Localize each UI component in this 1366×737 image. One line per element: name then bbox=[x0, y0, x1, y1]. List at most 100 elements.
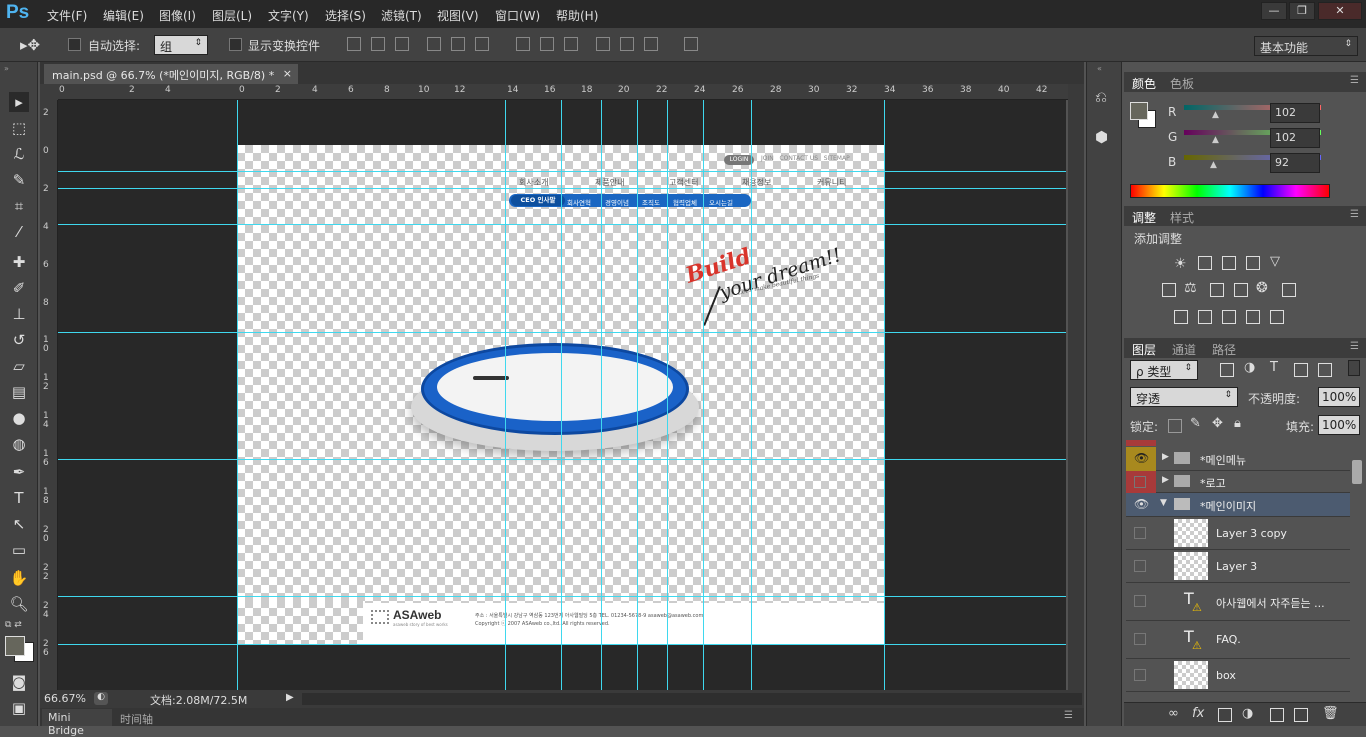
collapse-icon[interactable]: « bbox=[1097, 64, 1102, 73]
panel-menu-icon[interactable]: ☰ bbox=[1064, 710, 1073, 721]
zoom-tool-icon[interactable]: 🔍︎ bbox=[9, 594, 29, 614]
lock-transparency-icon[interactable] bbox=[1168, 419, 1182, 433]
add-mask-icon[interactable] bbox=[1218, 708, 1232, 722]
visibility-toggle[interactable] bbox=[1134, 476, 1146, 488]
delete-layer-icon[interactable]: 🗑︎ bbox=[1322, 706, 1339, 721]
menu-filter[interactable]: 滤镜(T) bbox=[381, 7, 422, 24]
layer-name[interactable]: *메인메뉴 bbox=[1200, 452, 1246, 468]
marquee-tool-icon[interactable]: ⬚ bbox=[9, 118, 29, 138]
distribute-hcenter-icon[interactable] bbox=[620, 37, 634, 51]
new-adjustment-icon[interactable]: ◑ bbox=[1242, 706, 1253, 721]
status-menu-arrow-icon[interactable]: ▶ bbox=[286, 692, 294, 703]
align-hcenter-icon[interactable] bbox=[451, 37, 465, 51]
eye-icon[interactable]: 👁︎ bbox=[1134, 451, 1149, 465]
tab-color[interactable]: 颜色 bbox=[1132, 75, 1156, 92]
color-lookup-icon[interactable] bbox=[1282, 283, 1296, 297]
slider-thumb-icon[interactable]: ▲ bbox=[1210, 160, 1217, 170]
stamp-tool-icon[interactable]: ⊥ bbox=[9, 304, 29, 324]
quick-mask-icon[interactable]: ◙ bbox=[9, 672, 29, 692]
lasso-tool-icon[interactable]: ℒ bbox=[9, 144, 29, 164]
filter-shape-icon[interactable] bbox=[1294, 363, 1308, 377]
black-white-icon[interactable] bbox=[1210, 283, 1224, 297]
quick-select-tool-icon[interactable]: ✎ bbox=[9, 170, 29, 190]
threshold-icon[interactable] bbox=[1222, 310, 1236, 324]
tab-paths[interactable]: 路径 bbox=[1212, 341, 1236, 358]
document-tab[interactable]: main.psd @ 66.7% (*메인이미지, RGB/8) * × bbox=[44, 64, 298, 84]
dodge-tool-icon[interactable]: ◍ bbox=[9, 434, 29, 454]
tab-swatches[interactable]: 色板 bbox=[1170, 75, 1194, 92]
blend-mode-dropdown[interactable]: 穿透 ⇕ bbox=[1130, 387, 1238, 407]
chevron-right-icon[interactable]: ▶ bbox=[1162, 452, 1169, 462]
visibility-toggle[interactable] bbox=[1134, 595, 1146, 607]
lock-position-icon[interactable]: ✥ bbox=[1212, 416, 1223, 431]
layer-name[interactable]: Layer 3 bbox=[1216, 560, 1257, 573]
canvas-vertical-scrollbar[interactable] bbox=[1068, 84, 1084, 690]
color-spectrum-bar[interactable] bbox=[1130, 184, 1330, 198]
path-select-tool-icon[interactable]: ↖ bbox=[9, 514, 29, 534]
history-brush-icon[interactable]: ↺ bbox=[9, 330, 29, 350]
layer-row-group-selected[interactable]: 👁︎ ▼ *메인이미지 bbox=[1126, 493, 1350, 517]
panel-menu-icon[interactable]: ☰ bbox=[1350, 341, 1359, 352]
close-window-button[interactable]: ✕ bbox=[1318, 2, 1362, 20]
align-right-icon[interactable] bbox=[475, 37, 489, 51]
eraser-tool-icon[interactable]: ▱ bbox=[9, 356, 29, 376]
hue-saturation-icon[interactable] bbox=[1162, 283, 1176, 297]
layer-row-text[interactable]: T ⚠ FAQ. bbox=[1126, 621, 1350, 659]
workspace-dropdown[interactable]: 基本功能 ⇕ bbox=[1254, 36, 1358, 56]
layer-name[interactable]: Layer 3 copy bbox=[1216, 527, 1287, 540]
menu-layer[interactable]: 图层(L) bbox=[212, 7, 252, 24]
blur-tool-icon[interactable]: ● bbox=[9, 408, 29, 428]
brush-tool-icon[interactable]: ✐ bbox=[9, 278, 29, 298]
layer-style-icon[interactable]: fx bbox=[1192, 706, 1204, 721]
guide-horizontal[interactable] bbox=[58, 596, 1066, 597]
foreground-color-swatch[interactable] bbox=[5, 636, 25, 656]
red-value-input[interactable]: 102 bbox=[1270, 103, 1320, 123]
lock-pixels-icon[interactable]: ✎ bbox=[1190, 416, 1201, 431]
menu-edit[interactable]: 编辑(E) bbox=[103, 7, 144, 24]
panel-menu-icon[interactable]: ☰ bbox=[1350, 75, 1359, 86]
tab-styles[interactable]: 样式 bbox=[1170, 209, 1194, 226]
opacity-input[interactable]: 100% bbox=[1318, 387, 1360, 407]
guide-horizontal[interactable] bbox=[58, 188, 1066, 189]
eye-icon[interactable]: 👁︎ bbox=[1134, 497, 1149, 511]
layer-row-group[interactable]: ▶ *로고 bbox=[1126, 471, 1350, 493]
gradient-tool-icon[interactable]: ▤ bbox=[9, 382, 29, 402]
layer-row[interactable]: Layer 3 copy bbox=[1126, 517, 1350, 550]
move-tool-icon[interactable]: ▸ bbox=[9, 92, 29, 112]
layer-row-group[interactable]: 👁︎ ▶ *메인메뉴 bbox=[1126, 447, 1350, 471]
horizontal-ruler[interactable]: 0 2 4 0 2 4 6 8 10 12 14 16 18 20 22 24 … bbox=[58, 84, 1068, 100]
slider-thumb-icon[interactable]: ▲ bbox=[1212, 135, 1219, 145]
layer-row[interactable]: box bbox=[1126, 659, 1350, 692]
visibility-toggle[interactable] bbox=[1134, 560, 1146, 572]
layer-name[interactable]: FAQ. bbox=[1216, 633, 1241, 646]
photo-filter-icon[interactable] bbox=[1234, 283, 1248, 297]
new-group-icon[interactable] bbox=[1270, 708, 1284, 722]
chevron-down-icon[interactable]: ▼ bbox=[1160, 498, 1167, 508]
chevron-right-icon[interactable]: ▶ bbox=[1162, 475, 1169, 485]
guide-horizontal[interactable] bbox=[58, 459, 1066, 460]
fill-input[interactable]: 100% bbox=[1318, 415, 1360, 435]
align-bottom-icon[interactable] bbox=[395, 37, 409, 51]
posterize-icon[interactable] bbox=[1198, 310, 1212, 324]
type-tool-icon[interactable]: T bbox=[9, 488, 29, 508]
menu-file[interactable]: 文件(F) bbox=[47, 7, 87, 24]
layer-row[interactable]: Layer 3 bbox=[1126, 550, 1350, 583]
filter-adjustment-icon[interactable]: ◑ bbox=[1244, 360, 1255, 375]
crop-tool-icon[interactable]: ⌗ bbox=[9, 196, 29, 216]
menu-help[interactable]: 帮助(H) bbox=[556, 7, 598, 24]
align-vcenter-icon[interactable] bbox=[371, 37, 385, 51]
layer-name[interactable]: *로고 bbox=[1200, 475, 1226, 491]
shape-tool-icon[interactable]: ▭ bbox=[9, 540, 29, 560]
layers-scrollbar-thumb[interactable] bbox=[1352, 460, 1362, 484]
menu-view[interactable]: 视图(V) bbox=[437, 7, 479, 24]
swap-colors-icon[interactable]: ⧉ ⇄ bbox=[5, 620, 33, 632]
zoom-level[interactable]: 66.67% bbox=[44, 692, 86, 705]
distribute-left-icon[interactable] bbox=[596, 37, 610, 51]
distribute-top-icon[interactable] bbox=[516, 37, 530, 51]
layer-name[interactable]: 아사웹에서 자주듣는 ... bbox=[1216, 595, 1325, 611]
vibrance-icon[interactable]: ▽ bbox=[1270, 254, 1280, 269]
distribute-bottom-icon[interactable] bbox=[564, 37, 578, 51]
close-tab-icon[interactable]: × bbox=[283, 67, 292, 80]
move-tool-icon[interactable]: ▸✥ bbox=[20, 36, 40, 54]
layer-name[interactable]: *메인이미지 bbox=[1200, 498, 1256, 514]
